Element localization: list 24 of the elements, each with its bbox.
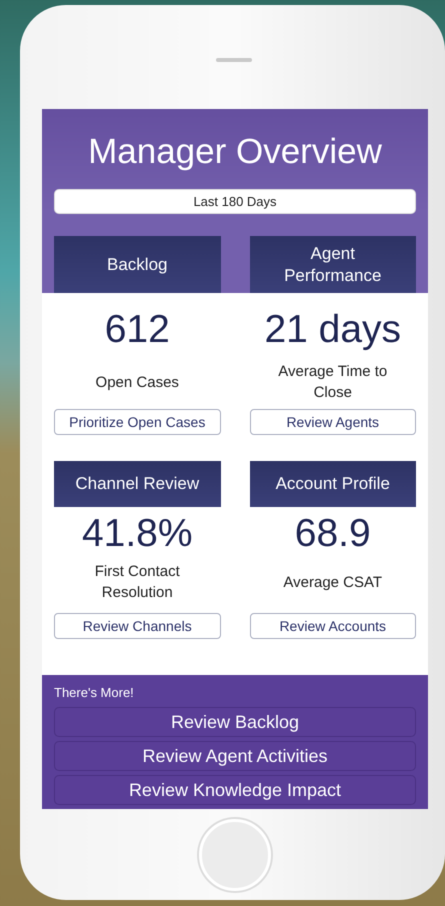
review-button[interactable]: Prioritize Open Cases xyxy=(54,409,220,435)
card-header: Account Profile xyxy=(250,461,416,507)
metric-caption: Open Cases xyxy=(94,372,180,392)
more-button[interactable]: Review Agent Activities xyxy=(54,741,416,771)
more-button[interactable]: Review Knowledge Impact xyxy=(54,775,416,805)
metric-caption: Average CSAT xyxy=(282,572,384,592)
date-filter[interactable]: Last 180 Days xyxy=(54,189,416,214)
review-button[interactable]: Review Channels xyxy=(54,613,220,639)
metric-caption: First Contact Resolution xyxy=(94,562,181,603)
metric-value: 68.9 xyxy=(294,511,371,557)
more-button[interactable]: Review Backlog xyxy=(54,707,416,737)
card-header: Backlog xyxy=(54,236,220,293)
review-button[interactable]: Review Agents xyxy=(250,409,416,435)
page-title: Manager Overview xyxy=(88,131,382,173)
metric-value: 612 xyxy=(104,307,170,353)
metric-value: 21 days xyxy=(264,307,402,353)
metric-value: 41.8% xyxy=(82,511,193,557)
metric-caption: Average Time to Close xyxy=(277,362,388,403)
home-button[interactable] xyxy=(199,819,271,891)
card-header: Channel Review xyxy=(54,461,220,507)
card-header: Agent Performance xyxy=(250,236,416,293)
more-label: There's More! xyxy=(54,685,135,701)
speaker-slot xyxy=(216,58,252,62)
review-button[interactable]: Review Accounts xyxy=(250,613,416,639)
